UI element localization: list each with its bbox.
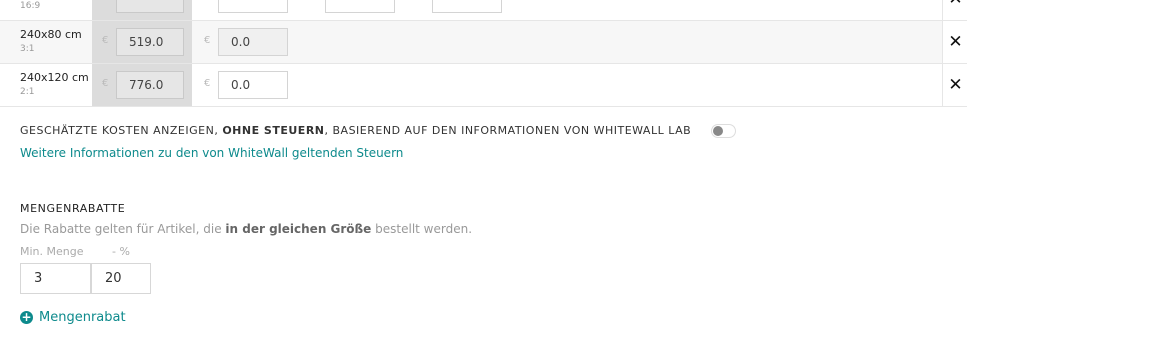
note-bold: in der gleichen Größe [225, 222, 372, 236]
tax-toggle-label: GESCHÄTZTE KOSTEN ANZEIGEN, OHNE STEUERN… [20, 124, 691, 137]
tax-toggle[interactable] [711, 124, 736, 138]
table-row: 16:9 € € € € ✕ [0, 0, 968, 21]
ratio-label: 2:1 [20, 87, 35, 97]
price-input[interactable] [325, 0, 395, 13]
discounts-note: Die Rabatte gelten für Artikel, die in d… [20, 222, 472, 236]
price-table: 16:9 € € € € ✕ 240x80 cm 3:1 € 519.0 € 0… [0, 0, 968, 107]
tax-label-start: GESCHÄTZTE KOSTEN ANZEIGEN, [20, 124, 223, 137]
currency-symbol: € [102, 78, 109, 89]
percent-input[interactable]: 20 [91, 263, 151, 294]
price-input[interactable]: 0.0 [218, 28, 288, 56]
cost-cell: € [92, 0, 192, 20]
cost-cell: € 519.0 [92, 21, 192, 63]
currency-symbol: € [204, 78, 211, 89]
currency-symbol: € [418, 0, 424, 3]
cost-cell: € 776.0 [92, 64, 192, 106]
note-end: bestellt werden. [371, 222, 473, 236]
ratio-label: 3:1 [20, 44, 35, 54]
currency-symbol: € [204, 0, 210, 3]
price-input[interactable]: 0.0 [218, 71, 288, 99]
price-input[interactable] [432, 0, 502, 13]
percent-label: - % [112, 245, 130, 258]
currency-symbol: € [204, 35, 211, 46]
note-start: Die Rabatte gelten für Artikel, die [20, 222, 226, 236]
min-quantity-label: Min. Menge [20, 245, 84, 258]
size-label: 240x120 cm [20, 71, 89, 84]
delete-row-icon[interactable]: ✕ [942, 64, 968, 106]
price-input[interactable] [218, 0, 288, 13]
tax-info-link[interactable]: Weitere Informationen zu den von WhiteWa… [20, 146, 403, 160]
add-discount-label: Mengenrabat [39, 310, 126, 325]
currency-symbol: € [102, 0, 108, 3]
table-row: 240x120 cm 2:1 € 776.0 € 0.0 ✕ [0, 64, 968, 107]
cost-field: 776.0 [116, 71, 184, 99]
delete-row-icon[interactable]: ✕ [942, 21, 968, 63]
cost-field [116, 0, 184, 13]
tax-label-bold: OHNE STEUERN [222, 124, 325, 137]
currency-symbol: € [311, 0, 317, 3]
add-discount-button[interactable]: + Mengenrabat [20, 310, 126, 325]
tax-label-end: , BASIEREND AUF DEN INFORMATIONEN VON WH… [324, 124, 692, 137]
ratio-label: 16:9 [20, 1, 41, 11]
size-label: 240x80 cm [20, 28, 82, 41]
cost-field: 519.0 [116, 28, 184, 56]
delete-row-icon[interactable]: ✕ [942, 0, 968, 20]
table-row: 240x80 cm 3:1 € 519.0 € 0.0 ✕ [0, 21, 968, 64]
discounts-title: MENGENRABATTE [20, 202, 126, 215]
toggle-knob [713, 126, 723, 136]
currency-symbol: € [102, 35, 109, 46]
min-quantity-input[interactable]: 3 [20, 263, 91, 294]
plus-circle-icon: + [20, 310, 33, 324]
